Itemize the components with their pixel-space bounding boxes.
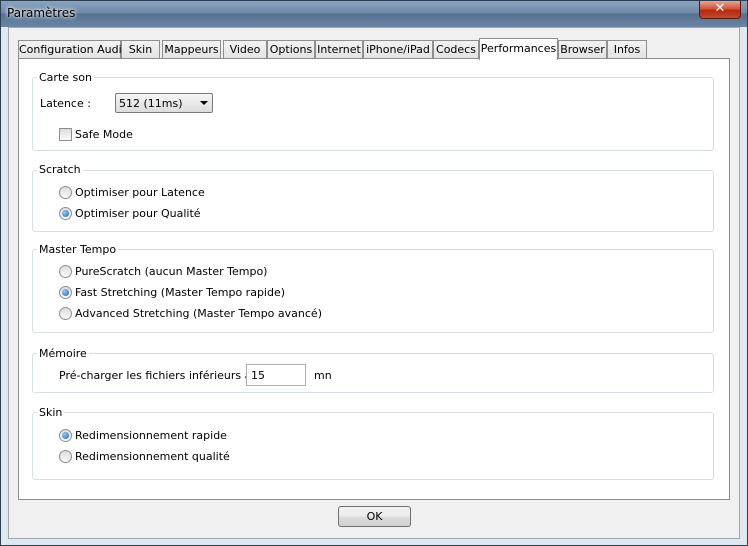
preload-label: Pré-charger les fichiers inférieurs à : [59, 369, 259, 382]
carte-son-title: Carte son [37, 71, 94, 84]
skin-option-qualite-radio[interactable] [59, 450, 72, 463]
latence-select[interactable]: 512 (11ms) [115, 93, 213, 113]
latence-label: Latence : [40, 97, 91, 110]
tab-browser[interactable]: Browser [558, 40, 607, 59]
master-tempo-fast-radio[interactable] [59, 286, 72, 299]
carte-son-group [32, 77, 714, 151]
tab-codecs[interactable]: Codecs [433, 40, 479, 59]
skin-option-rapide-radio[interactable] [59, 429, 72, 442]
title-bar[interactable]: Paramètres ✕ [1, 1, 747, 27]
tab-skin[interactable]: Skin [121, 40, 160, 59]
ok-button[interactable]: OK [338, 506, 411, 527]
tab-performances[interactable]: Performances [479, 38, 558, 60]
performances-panel: Carte son Latence : 512 (11ms) Safe Mode… [18, 58, 730, 500]
scratch-option-qualite-label[interactable]: Optimiser pour Qualité [75, 207, 201, 220]
tab-mappeurs[interactable]: Mappeurs [162, 40, 221, 59]
latence-value: 512 (11ms) [119, 97, 183, 110]
tab-iphone-ipad[interactable]: iPhone/iPad [363, 40, 433, 59]
scratch-option-latence-radio[interactable] [59, 186, 72, 199]
scratch-title: Scratch [37, 163, 83, 176]
master-tempo-purescratch-label[interactable]: PureScratch (aucun Master Tempo) [75, 265, 267, 278]
dialog-client-area: Configuration Audio Skin Mappeurs Video … [8, 27, 740, 539]
preload-unit: mn [314, 369, 332, 382]
tab-internet[interactable]: Internet [315, 40, 363, 59]
chevron-down-icon [200, 101, 208, 105]
settings-window: Paramètres ✕ Configuration Audio Skin Ma… [0, 0, 748, 546]
skin-group [32, 412, 714, 480]
skin-option-rapide-label[interactable]: Redimensionnement rapide [75, 429, 227, 442]
close-button[interactable]: ✕ [699, 1, 741, 19]
preload-input[interactable] [246, 364, 306, 386]
window-title: Paramètres [7, 6, 76, 20]
tab-video[interactable]: Video [223, 40, 267, 59]
master-tempo-title: Master Tempo [37, 243, 119, 256]
master-tempo-fast-label[interactable]: Fast Stretching (Master Tempo rapide) [75, 286, 285, 299]
tab-options[interactable]: Options [267, 40, 315, 59]
tab-infos[interactable]: Infos [607, 40, 647, 59]
memoire-title: Mémoire [37, 347, 89, 360]
master-tempo-advanced-label[interactable]: Advanced Stretching (Master Tempo avancé… [75, 307, 322, 320]
tab-configuration-audio[interactable]: Configuration Audio [18, 40, 128, 59]
safe-mode-checkbox[interactable] [59, 128, 72, 141]
safe-mode-label[interactable]: Safe Mode [75, 128, 133, 141]
scratch-group [32, 170, 714, 232]
close-icon: ✕ [714, 1, 726, 16]
skin-title: Skin [37, 406, 65, 419]
master-tempo-purescratch-radio[interactable] [59, 265, 72, 278]
master-tempo-advanced-radio[interactable] [59, 307, 72, 320]
skin-option-qualite-label[interactable]: Redimensionnement qualité [75, 450, 230, 463]
scratch-option-qualite-radio[interactable] [59, 207, 72, 220]
scratch-option-latence-label[interactable]: Optimiser pour Latence [75, 186, 205, 199]
